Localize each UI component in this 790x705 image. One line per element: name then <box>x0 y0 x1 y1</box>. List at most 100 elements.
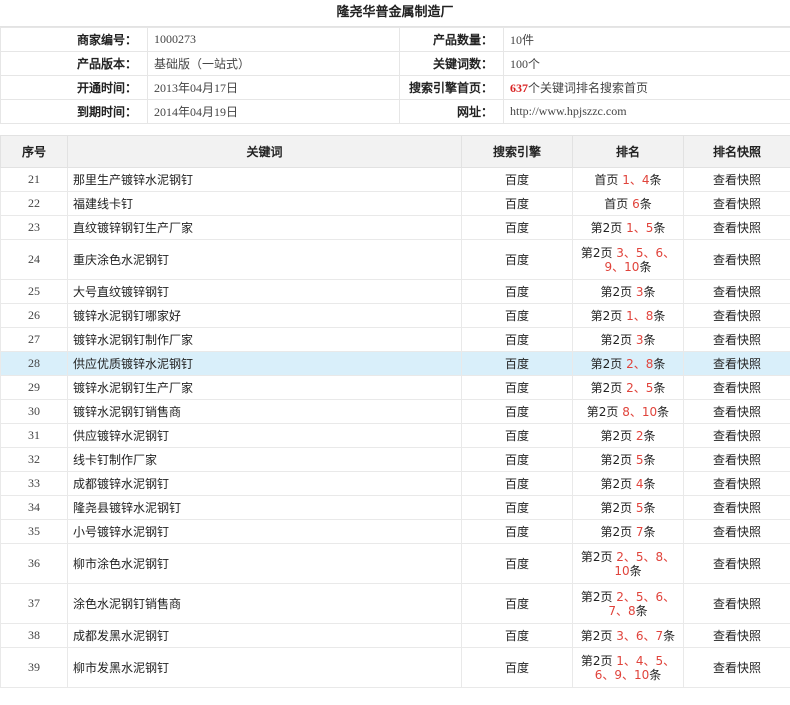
engine-cell: 百度 <box>461 351 573 376</box>
row-number: 28 <box>0 351 68 376</box>
snapshot-link[interactable]: 查看快照 <box>683 327 790 352</box>
rank-cell: 第2页 7条 <box>572 519 684 544</box>
table-row: 35 小号镀锌水泥钢钉 百度 第2页 7条 查看快照 <box>0 519 790 544</box>
rank-page: 第2页 <box>586 404 619 419</box>
rank-suffix: 条 <box>657 404 670 419</box>
info-value-text: 10件 <box>510 33 535 47</box>
rank-positions: 1、5 <box>626 220 654 235</box>
snapshot-link[interactable]: 查看快照 <box>683 647 790 688</box>
rank-cell: 第2页 3条 <box>572 279 684 304</box>
rank-positions: 2、8 <box>626 356 654 371</box>
rank-cell: 第2页 8、10条 <box>572 399 684 424</box>
snapshot-link[interactable]: 查看快照 <box>683 303 790 328</box>
engine-cell: 百度 <box>461 303 573 328</box>
snapshot-link[interactable]: 查看快照 <box>683 215 790 240</box>
table-row: 37 涂色水泥钢钉销售商 百度 第2页 2、5、6、7、8条 查看快照 <box>0 583 790 624</box>
info-label: 搜索引擎首页： <box>399 75 504 100</box>
rank-page: 第2页 <box>590 308 623 323</box>
row-number: 36 <box>0 543 68 584</box>
rank-positions: 3 <box>635 332 644 347</box>
row-number: 31 <box>0 423 68 448</box>
rank-page: 第2页 <box>580 628 613 643</box>
snapshot-link[interactable]: 查看快照 <box>683 583 790 624</box>
snapshot-link[interactable]: 查看快照 <box>683 279 790 304</box>
rank-page: 第2页 <box>590 356 623 371</box>
snapshot-link[interactable]: 查看快照 <box>683 351 790 376</box>
info-value: 2014年04月19日 <box>147 99 400 124</box>
header-no: 序号 <box>0 135 68 168</box>
keyword-cell: 福建线卡钉 <box>67 191 462 216</box>
snapshot-link[interactable]: 查看快照 <box>683 399 790 424</box>
rank-page: 第2页 <box>600 332 633 347</box>
snapshot-link[interactable]: 查看快照 <box>683 543 790 584</box>
rank-positions: 8、10 <box>622 404 658 419</box>
rank-cell: 第2页 5条 <box>572 447 684 472</box>
info-value: http://www.hpjszzc.com <box>503 99 790 124</box>
keyword-cell: 重庆涂色水泥钢钉 <box>67 239 462 280</box>
rank-page: 首页 <box>604 196 629 211</box>
table-row: 23 直纹镀锌钢钉生产厂家 百度 第2页 1、5条 查看快照 <box>0 215 790 240</box>
merchant-info-table: 商家编号： 1000273 产品数量： 10件 产品版本： 基础版（一站式） 关键词数： 10… <box>0 27 790 124</box>
rank-suffix: 条 <box>643 524 656 539</box>
header-rank: 排名 <box>572 135 684 168</box>
rank-positions: 6 <box>632 196 640 211</box>
keyword-cell: 柳市发黑水泥钢钉 <box>67 647 462 688</box>
engine-cell: 百度 <box>461 327 573 352</box>
rank-page: 第2页 <box>580 245 613 260</box>
snapshot-link[interactable]: 查看快照 <box>683 191 790 216</box>
row-number: 37 <box>0 583 68 624</box>
engine-cell: 百度 <box>461 215 573 240</box>
keyword-cell: 线卡钉制作厂家 <box>67 447 462 472</box>
snapshot-link[interactable]: 查看快照 <box>683 519 790 544</box>
rank-suffix: 条 <box>643 452 656 467</box>
rank-cell: 第2页 2条 <box>572 423 684 448</box>
table-row: 32 线卡钉制作厂家 百度 第2页 5条 查看快照 <box>0 447 790 472</box>
keyword-cell: 大号直纹镀锌钢钉 <box>67 279 462 304</box>
snapshot-link[interactable]: 查看快照 <box>683 167 790 192</box>
engine-cell: 百度 <box>461 495 573 520</box>
snapshot-link[interactable]: 查看快照 <box>683 471 790 496</box>
rank-suffix: 条 <box>663 628 676 643</box>
header-engine: 搜索引擎 <box>461 135 573 168</box>
table-row: 31 供应镀锌水泥钢钉 百度 第2页 2条 查看快照 <box>0 423 790 448</box>
keyword-cell: 镀锌水泥钢钉哪家好 <box>67 303 462 328</box>
row-number: 35 <box>0 519 68 544</box>
rank-positions: 2 <box>635 428 644 443</box>
rank-positions: 1、4 <box>622 172 650 187</box>
rank-cell: 第2页 1、8条 <box>572 303 684 328</box>
keyword-cell: 供应镀锌水泥钢钉 <box>67 423 462 448</box>
rank-cell: 首页 6条 <box>572 191 684 216</box>
info-value-text[interactable]: http://www.hpjszzc.com <box>510 104 627 118</box>
rank-page: 第2页 <box>600 524 633 539</box>
rank-positions: 5 <box>635 500 644 515</box>
engine-cell: 百度 <box>461 543 573 584</box>
rank-page: 第2页 <box>600 284 633 299</box>
snapshot-link[interactable]: 查看快照 <box>683 423 790 448</box>
info-value: 100个 <box>503 51 790 76</box>
row-number: 25 <box>0 279 68 304</box>
rank-page: 第2页 <box>580 653 613 668</box>
rank-positions: 2、5 <box>626 380 654 395</box>
info-label: 网址： <box>399 99 504 124</box>
rank-cell: 第2页 5条 <box>572 495 684 520</box>
snapshot-link[interactable]: 查看快照 <box>683 447 790 472</box>
row-number: 34 <box>0 495 68 520</box>
keyword-cell: 直纹镀锌钢钉生产厂家 <box>67 215 462 240</box>
snapshot-link[interactable]: 查看快照 <box>683 495 790 520</box>
keyword-cell: 镀锌水泥钢钉生产厂家 <box>67 375 462 400</box>
snapshot-link[interactable]: 查看快照 <box>683 623 790 648</box>
keyword-cell: 涂色水泥钢钉销售商 <box>67 583 462 624</box>
table-row: 33 成都镀锌水泥钢钉 百度 第2页 4条 查看快照 <box>0 471 790 496</box>
rank-positions: 3、6、7 <box>616 628 664 643</box>
info-label: 关键词数： <box>399 51 504 76</box>
rank-suffix: 条 <box>635 603 648 618</box>
snapshot-link[interactable]: 查看快照 <box>683 239 790 280</box>
rank-cell: 第2页 2、5条 <box>572 375 684 400</box>
rank-page: 第2页 <box>600 428 633 443</box>
table-row: 26 镀锌水泥钢钉哪家好 百度 第2页 1、8条 查看快照 <box>0 303 790 328</box>
rank-suffix: 条 <box>649 172 662 187</box>
snapshot-link[interactable]: 查看快照 <box>683 375 790 400</box>
rank-positions: 2、5、8、10 <box>614 549 676 578</box>
keyword-cell: 镀锌水泥钢钉销售商 <box>67 399 462 424</box>
